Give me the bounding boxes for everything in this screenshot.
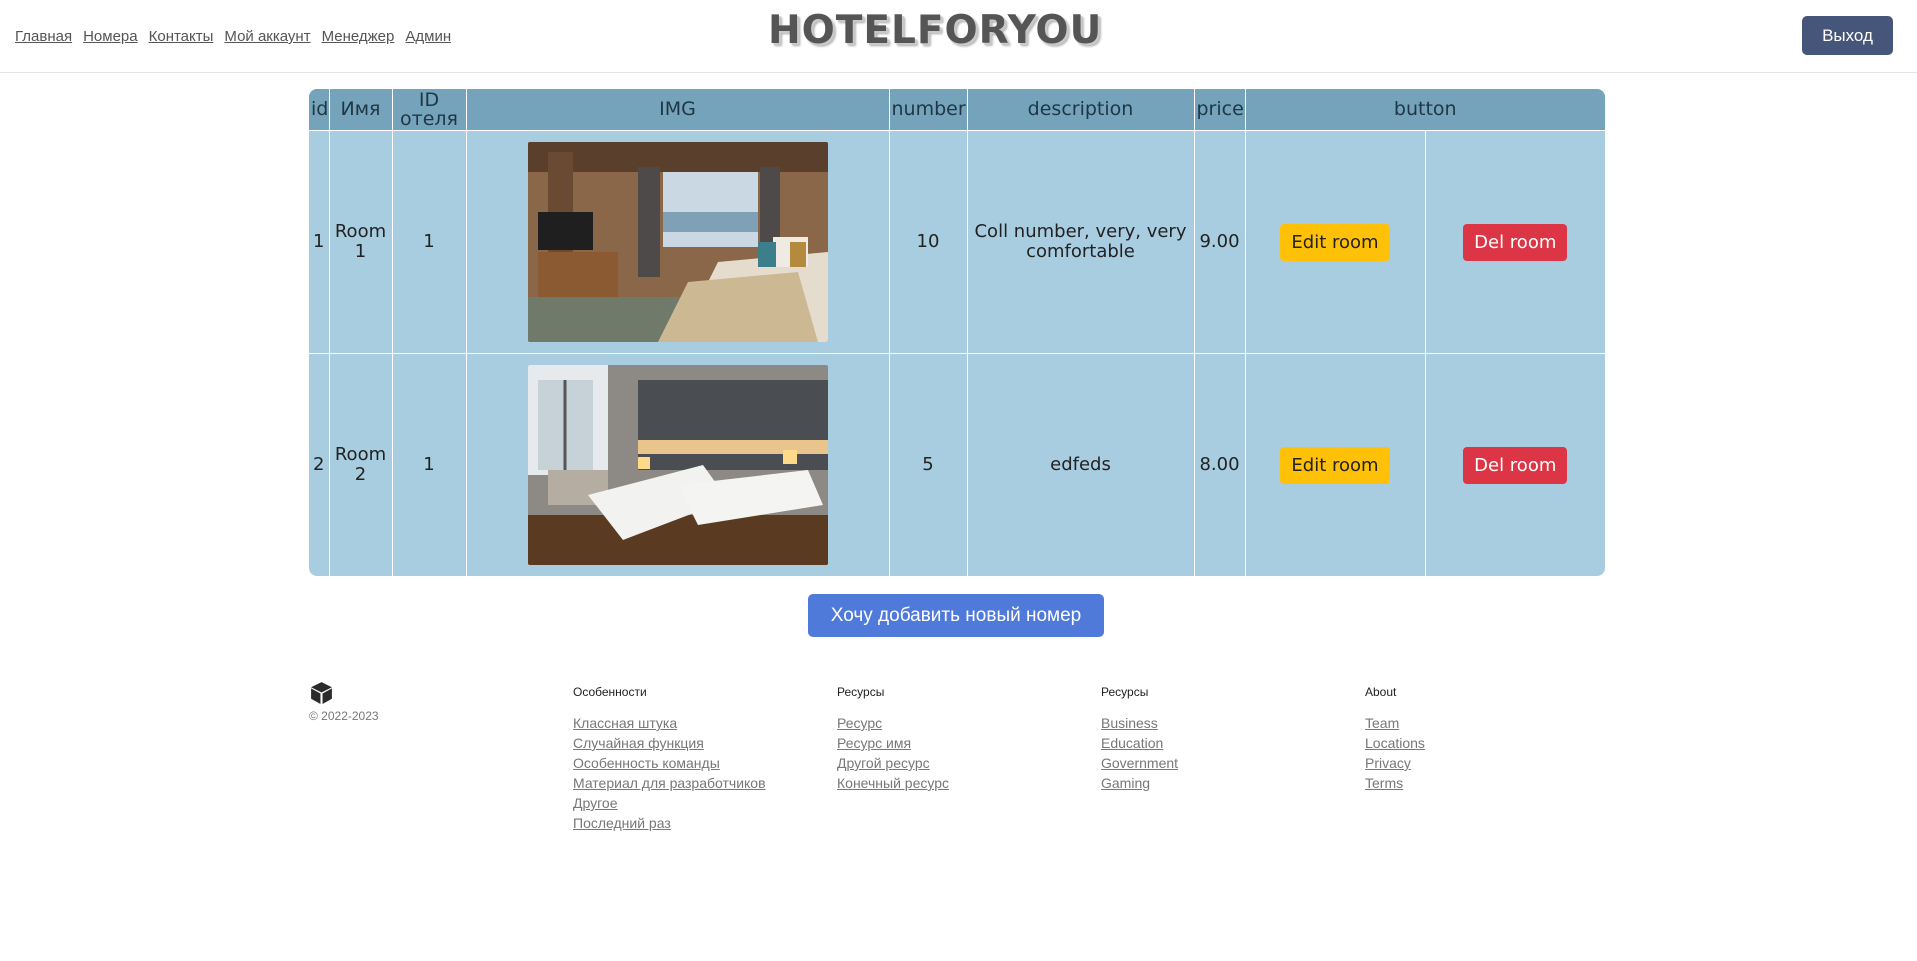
footer-link[interactable]: Privacy bbox=[1365, 755, 1411, 771]
cell-edit: Edit room bbox=[1244, 130, 1426, 354]
footer-link[interactable]: Последний раз bbox=[573, 815, 671, 831]
cell-id: 1 bbox=[309, 130, 330, 354]
cell-img bbox=[465, 130, 890, 354]
nav-link-contacts[interactable]: Контакты bbox=[149, 28, 214, 45]
column-header-button: button bbox=[1244, 89, 1605, 131]
cell-number: 5 bbox=[888, 353, 968, 576]
box-icon bbox=[311, 682, 332, 704]
footer-brand bbox=[309, 680, 334, 705]
nav-link-account[interactable]: Мой аккаунт bbox=[224, 28, 310, 45]
table-row: 1 Room 1 1 10 Coll number, very, very co… bbox=[309, 130, 1605, 354]
cell-id: 2 bbox=[309, 353, 330, 576]
footer-column-title: About bbox=[1365, 685, 1397, 699]
cell-img bbox=[465, 353, 890, 576]
cell-name: Room 1 bbox=[328, 130, 393, 354]
footer-link[interactable]: Locations bbox=[1365, 735, 1425, 751]
site-header: Главная Номера Контакты Мой аккаунт Мене… bbox=[0, 0, 1917, 73]
edit-room-button[interactable]: Edit room bbox=[1280, 223, 1390, 261]
column-header-number: number bbox=[888, 89, 968, 131]
footer-column-about: About Team Locations Privacy Terms bbox=[1365, 685, 1425, 793]
column-header-description: description bbox=[966, 89, 1195, 131]
nav-link-home[interactable]: Главная bbox=[15, 28, 72, 45]
footer-link[interactable]: Материал для разработчиков bbox=[573, 775, 766, 791]
cell-number: 10 bbox=[888, 130, 968, 354]
footer-link[interactable]: Конечный ресурс bbox=[837, 775, 949, 791]
footer-link[interactable]: Особенность команды bbox=[573, 755, 720, 771]
site-footer: © 2022-2023 Особенности Классная штука С… bbox=[309, 680, 1605, 850]
nav-link-admin[interactable]: Админ bbox=[405, 28, 451, 45]
nav-link-manager[interactable]: Менеджер bbox=[322, 28, 395, 45]
cell-delete: Del room bbox=[1424, 130, 1605, 354]
cell-price: 9.00 bbox=[1193, 130, 1246, 354]
footer-column-title: Ресурсы bbox=[837, 685, 885, 699]
main-nav: Главная Номера Контакты Мой аккаунт Мене… bbox=[15, 28, 451, 45]
logout-button[interactable]: Выход bbox=[1802, 16, 1893, 55]
cell-hotel-id: 1 bbox=[391, 353, 467, 576]
cell-description: edfeds bbox=[966, 353, 1195, 576]
footer-column-resources-2: Ресурсы Business Education Government Ga… bbox=[1101, 685, 1178, 793]
room-photo bbox=[527, 142, 828, 342]
cell-delete: Del room bbox=[1424, 353, 1605, 576]
add-room-button[interactable]: Хочу добавить новый номер bbox=[808, 594, 1104, 637]
footer-link[interactable]: Другой ресурс bbox=[837, 755, 930, 771]
footer-column-title: Ресурсы bbox=[1101, 685, 1149, 699]
footer-link[interactable]: Ресурс имя bbox=[837, 735, 911, 751]
copyright: © 2022-2023 bbox=[309, 709, 379, 723]
footer-link[interactable]: Business bbox=[1101, 715, 1158, 731]
footer-column-title: Особенности bbox=[573, 685, 647, 699]
cell-edit: Edit room bbox=[1244, 353, 1426, 576]
delete-room-button[interactable]: Del room bbox=[1463, 223, 1568, 261]
column-header-id: id bbox=[309, 89, 330, 131]
footer-link[interactable]: Terms bbox=[1365, 775, 1403, 791]
footer-link[interactable]: Team bbox=[1365, 715, 1399, 731]
footer-column-features: Особенности Классная штука Случайная фун… bbox=[573, 685, 766, 833]
site-logo: HOTELFORYOU bbox=[768, 8, 1103, 53]
footer-link[interactable]: Government bbox=[1101, 755, 1178, 771]
edit-room-button[interactable]: Edit room bbox=[1280, 446, 1390, 484]
footer-link[interactable]: Другое bbox=[573, 795, 617, 811]
footer-link[interactable]: Education bbox=[1101, 735, 1163, 751]
room-photo bbox=[527, 365, 828, 565]
footer-link[interactable]: Ресурс bbox=[837, 715, 882, 731]
footer-link[interactable]: Классная штука bbox=[573, 715, 677, 731]
cell-hotel-id: 1 bbox=[391, 130, 467, 354]
delete-room-button[interactable]: Del room bbox=[1463, 446, 1568, 484]
footer-link[interactable]: Gaming bbox=[1101, 775, 1150, 791]
rooms-table: id Имя ID отеля IMG number description p… bbox=[309, 89, 1605, 576]
nav-link-rooms[interactable]: Номера bbox=[83, 28, 138, 45]
table-header-row: id Имя ID отеля IMG number description p… bbox=[309, 89, 1605, 131]
column-header-price: price bbox=[1193, 89, 1246, 131]
cell-name: Room 2 bbox=[328, 353, 393, 576]
footer-link[interactable]: Случайная функция bbox=[573, 735, 704, 751]
cell-description: Coll number, very, very comfortable bbox=[966, 130, 1195, 354]
cell-price: 8.00 bbox=[1193, 353, 1246, 576]
column-header-hotel-id: ID отеля bbox=[391, 89, 467, 131]
table-row: 2 Room 2 1 5 edfeds 8.00 Edit room Del r… bbox=[309, 353, 1605, 576]
column-header-img: IMG bbox=[465, 89, 890, 131]
column-header-name: Имя bbox=[328, 89, 393, 131]
footer-column-resources: Ресурсы Ресурс Ресурс имя Другой ресурс … bbox=[837, 685, 949, 793]
